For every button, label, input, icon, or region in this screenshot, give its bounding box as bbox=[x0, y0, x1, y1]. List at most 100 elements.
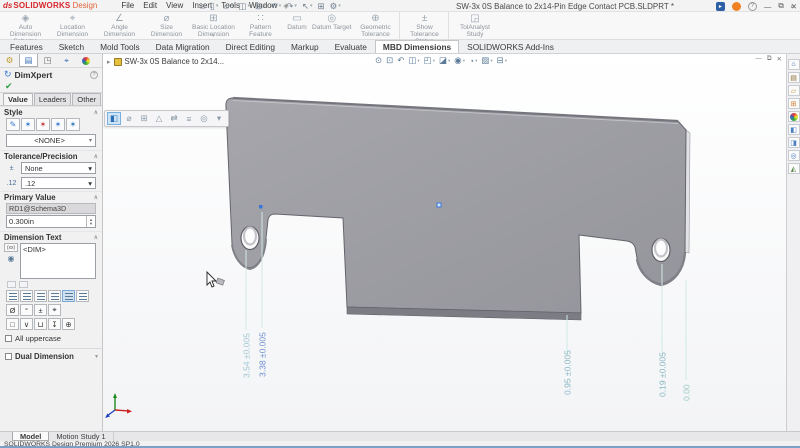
tab-mbd-dimensions[interactable]: MBD Dimensions bbox=[375, 40, 459, 53]
file-explorer-icon[interactable]: ▱ bbox=[788, 85, 800, 96]
size-dimension-button[interactable]: ⌀ Size Dimension bbox=[143, 12, 190, 39]
tab-leaders[interactable]: Leaders bbox=[34, 93, 71, 105]
display-style-icon[interactable]: ◪▾ bbox=[439, 55, 450, 66]
pack-and-go-icon[interactable]: ◨ bbox=[788, 137, 800, 148]
tab-solidworks-add-ins[interactable]: SOLIDWORKS Add-Ins bbox=[459, 40, 562, 53]
vertex-marker[interactable] bbox=[259, 205, 263, 209]
dropdown-arrow-icon[interactable]: ▾ bbox=[463, 58, 465, 64]
measure-icon[interactable]: ◭ bbox=[788, 163, 800, 174]
delete-style-icon[interactable]: ✶ bbox=[36, 118, 50, 131]
dropdown-arrow-icon[interactable]: ▾ bbox=[338, 3, 341, 9]
justify-center-button[interactable] bbox=[20, 290, 33, 302]
save-style-icon[interactable]: ✶ bbox=[51, 118, 65, 131]
diameter-symbol-button[interactable]: Ø bbox=[6, 304, 19, 316]
model-tab[interactable]: Model bbox=[12, 432, 49, 441]
print-icon[interactable]: ⊟▾ bbox=[255, 1, 266, 12]
primary-value-section-header[interactable]: Primary Value∧ bbox=[0, 191, 102, 202]
part-front-face[interactable] bbox=[226, 98, 686, 313]
tab-markup[interactable]: Markup bbox=[283, 40, 327, 53]
basic-location-dimension-button[interactable]: ⊞ Basic Location Dimension ▾ bbox=[190, 12, 237, 39]
new-document-icon[interactable]: ▯▾ bbox=[210, 1, 218, 12]
dropdown-arrow-icon[interactable]: ▾ bbox=[247, 3, 250, 9]
dropdown-arrow-icon[interactable]: ▾ bbox=[279, 3, 282, 9]
justify-right-button[interactable] bbox=[34, 290, 47, 302]
tab-direct-editing[interactable]: Direct Editing bbox=[218, 40, 283, 53]
document-close-button[interactable]: ✕ bbox=[777, 55, 782, 63]
section-view-icon[interactable]: ◫▾ bbox=[408, 55, 419, 66]
plus-minus-symbol-button[interactable]: ± bbox=[34, 304, 47, 316]
open-icon[interactable]: ▱▾ bbox=[223, 1, 233, 12]
style-dropdown[interactable]: <NONE>▾ bbox=[6, 134, 96, 147]
dropdown-arrow-icon[interactable]: ▾ bbox=[475, 58, 477, 64]
ok-button[interactable]: ✔ bbox=[5, 81, 13, 92]
dimension-text-option-icon[interactable] bbox=[19, 281, 28, 288]
document-minimize-button[interactable]: — bbox=[755, 55, 762, 63]
tab-other[interactable]: Other bbox=[72, 93, 101, 105]
dual-dimension-checkbox[interactable] bbox=[5, 353, 12, 360]
menu-edit[interactable]: Edit bbox=[143, 1, 157, 10]
restore-button[interactable]: ⧉ bbox=[778, 1, 783, 11]
palette-tolerance-icon[interactable]: ⌀ bbox=[122, 112, 136, 125]
hide-show-items-icon[interactable]: ◉▾ bbox=[454, 55, 465, 66]
dropdown-arrow-icon[interactable]: ▾ bbox=[310, 3, 313, 9]
document-restore-button[interactable]: ⧉ bbox=[767, 55, 772, 63]
login-icon[interactable] bbox=[732, 2, 741, 11]
location-dimension-button[interactable]: ⌖ Location Dimension bbox=[49, 12, 96, 39]
more-symbols-button[interactable]: ⊕ bbox=[62, 318, 75, 330]
dimension-0.00[interactable]: 0.00 bbox=[682, 280, 692, 401]
load-style-icon[interactable]: ✶ bbox=[66, 118, 80, 131]
palette-text-icon[interactable]: ≡ bbox=[182, 112, 196, 125]
dropdown-arrow-icon[interactable]: ▾ bbox=[231, 3, 234, 9]
dropdown-arrow-icon[interactable]: ▾ bbox=[212, 33, 215, 39]
previous-view-icon[interactable]: ↶ bbox=[397, 55, 404, 66]
justify-middle-button[interactable] bbox=[62, 290, 75, 302]
show-tolerance-status-button[interactable]: ± Show Tolerance Status bbox=[402, 12, 449, 39]
justify-top-button[interactable] bbox=[48, 290, 61, 302]
angle-dimension-button[interactable]: ∠ Angle Dimension bbox=[96, 12, 143, 39]
add-parentheses-icon[interactable]: (xx) bbox=[4, 243, 18, 252]
home-icon[interactable]: ⌂ bbox=[200, 1, 205, 11]
value-spinner[interactable]: ▲▼ bbox=[86, 216, 95, 227]
view-palette-icon[interactable]: ⊞ bbox=[788, 98, 800, 109]
expand-arrow-icon[interactable]: ▸ bbox=[107, 58, 111, 66]
property-manager-tab[interactable]: ▤ bbox=[19, 54, 38, 67]
palette-dropdown-icon[interactable]: ▾ bbox=[212, 112, 226, 125]
expand-caret-icon[interactable]: ▾ bbox=[95, 353, 98, 360]
motion-study-tab[interactable]: Motion Study 1 bbox=[49, 432, 113, 441]
dimension-0.95[interactable]: 0.95 ±0.005 bbox=[563, 315, 573, 395]
origin-point-marker[interactable] bbox=[437, 203, 441, 207]
configuration-manager-tab[interactable]: ◳ bbox=[38, 54, 57, 67]
dropdown-arrow-icon[interactable]: ▾ bbox=[216, 3, 219, 9]
palette-datum-icon[interactable]: △ bbox=[152, 112, 166, 125]
palette-precision-icon[interactable]: ⊞ bbox=[137, 112, 151, 125]
dimension-name-field[interactable]: RD1@Schema3D bbox=[6, 203, 96, 214]
dropdown-arrow-icon[interactable]: ▾ bbox=[448, 58, 450, 64]
graphics-viewport[interactable]: 3.54 ±0.0053.38 ±0.0050.95 ±0.0050.19 ±0… bbox=[103, 54, 786, 431]
design-library-icon[interactable]: ▤ bbox=[788, 72, 800, 83]
tab-mold-tools[interactable]: Mold Tools bbox=[92, 40, 148, 53]
ribbon-collapse-icon[interactable]: ∧ bbox=[790, 2, 795, 10]
depth-symbol-button[interactable]: ↧ bbox=[48, 318, 61, 330]
dimxpert-manager-tab[interactable]: ⌖ bbox=[57, 54, 76, 67]
solidworks-resources-icon[interactable]: ⌂ bbox=[788, 59, 800, 70]
degree-symbol-button[interactable]: ° bbox=[20, 304, 33, 316]
minimize-button[interactable]: — bbox=[764, 2, 772, 11]
display-manager-tab[interactable] bbox=[76, 54, 95, 67]
dropdown-arrow-icon[interactable]: ▾ bbox=[263, 3, 266, 9]
tab-evaluate[interactable]: Evaluate bbox=[327, 40, 375, 53]
dropdown-arrow-icon[interactable]: ▾ bbox=[433, 58, 435, 64]
menu-file[interactable]: File bbox=[121, 1, 134, 10]
options-icon[interactable]: ⚙▾ bbox=[330, 1, 341, 12]
tab-value[interactable]: Value bbox=[3, 93, 33, 105]
help-icon[interactable]: ? bbox=[748, 2, 757, 11]
dropdown-arrow-icon[interactable]: ▾ bbox=[490, 58, 492, 64]
custom-properties-icon[interactable]: ◧ bbox=[788, 124, 800, 135]
tolanalyst-study-button[interactable]: ◲ TolAnalyst Study bbox=[451, 12, 498, 39]
eye-icon[interactable]: ◉ bbox=[4, 254, 18, 263]
feature-manager-tab[interactable]: ⚙ bbox=[0, 54, 19, 67]
palette-style-icon[interactable]: ◧ bbox=[107, 112, 121, 125]
forum-icon[interactable]: ◎ bbox=[788, 150, 800, 161]
flyout-feature-tree[interactable]: ▸ SW-3x 0S Balance to 2x14... bbox=[107, 57, 224, 66]
apply-scene-icon[interactable]: ▨▾ bbox=[481, 55, 492, 66]
zoom-area-icon[interactable]: ⊡ bbox=[386, 55, 393, 66]
